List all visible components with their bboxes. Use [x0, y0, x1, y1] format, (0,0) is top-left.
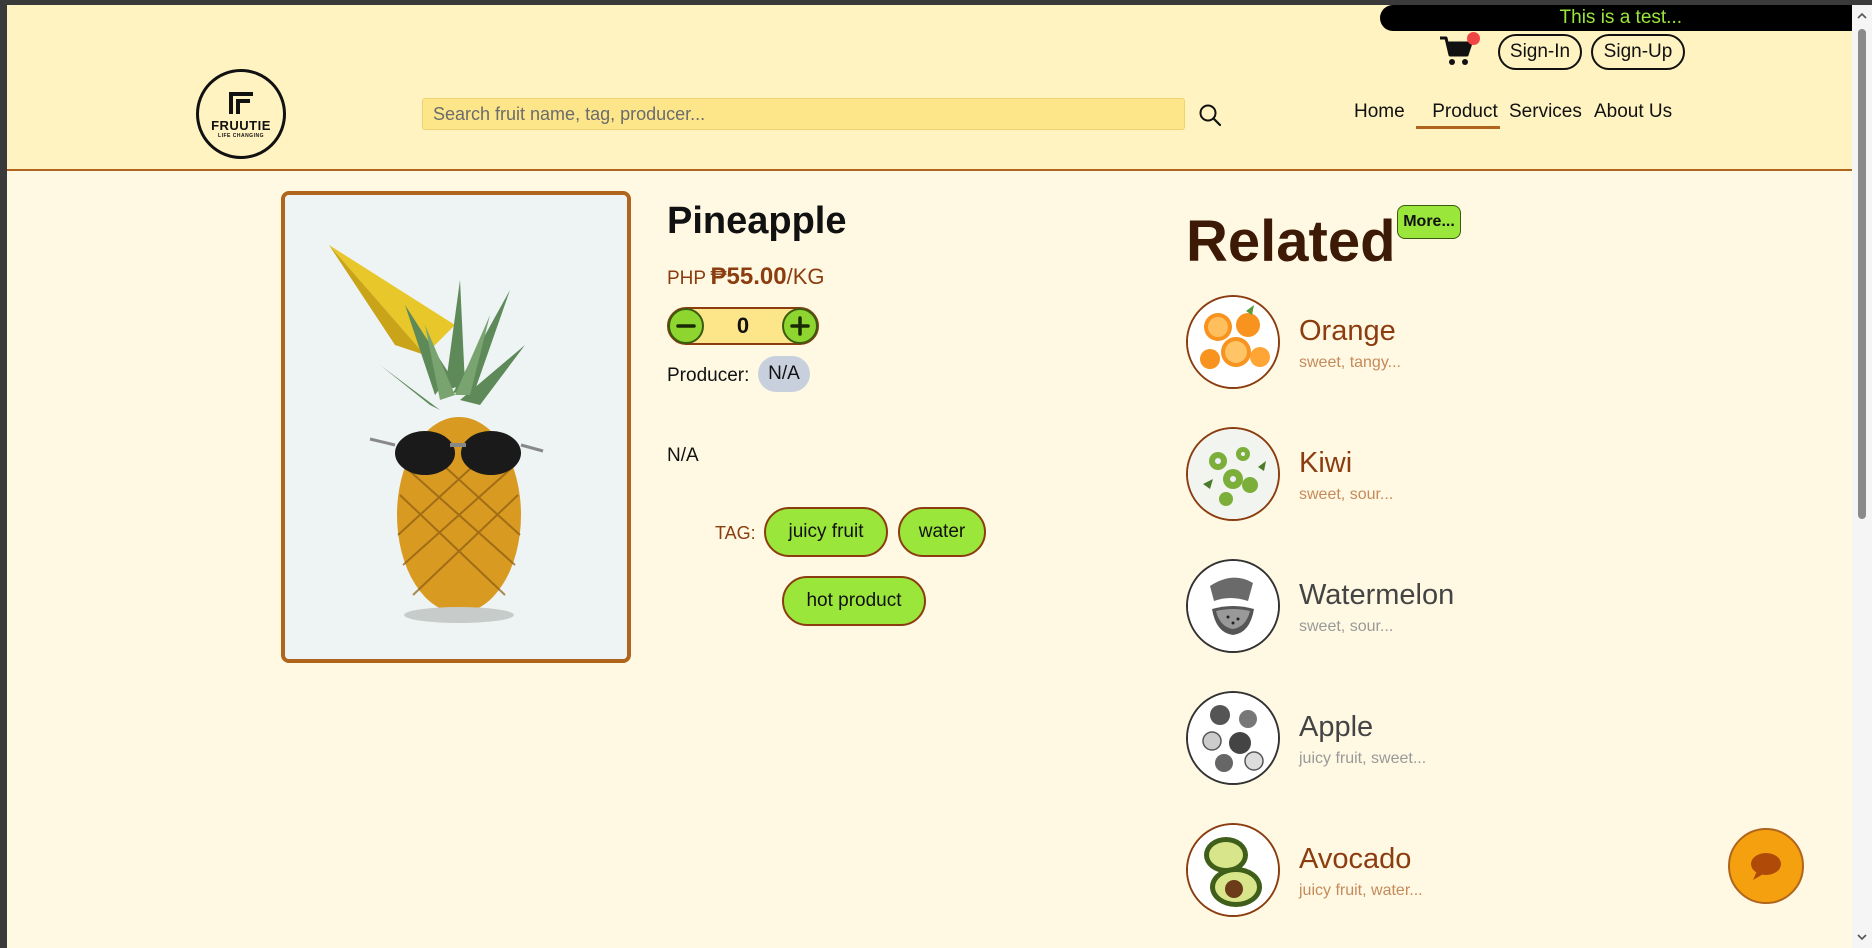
related-item-tags: juicy fruit, sweet... — [1299, 750, 1427, 767]
related-item-name: Apple — [1299, 711, 1374, 743]
related-item-name: Avocado — [1299, 843, 1412, 875]
tag-juicy-fruit[interactable]: juicy fruit — [764, 507, 888, 557]
related-item-apple[interactable]: Apple juicy fruit, sweet... — [1186, 691, 1586, 787]
avocado-thumbnail — [1186, 823, 1280, 917]
search-input[interactable] — [422, 98, 1185, 130]
kiwi-thumbnail — [1186, 427, 1280, 521]
product-description: N/A — [667, 445, 699, 466]
increase-quantity-button[interactable] — [782, 308, 818, 344]
logo-mark-icon — [229, 91, 253, 114]
related-item-tags: sweet, sour... — [1299, 618, 1394, 635]
watermelon-thumbnail — [1186, 559, 1280, 653]
sign-in-button[interactable]: Sign-In — [1498, 34, 1582, 70]
tag-label: TAG: — [715, 523, 756, 543]
search-icon — [1199, 104, 1222, 127]
producer-badge[interactable]: N/A — [758, 356, 810, 392]
quantity-value[interactable]: 0 — [705, 309, 781, 343]
related-item-tags: juicy fruit, water... — [1299, 882, 1423, 899]
watermelon-image — [1188, 561, 1278, 651]
related-item-watermelon[interactable]: Watermelon sweet, sour... — [1186, 559, 1586, 655]
avocado-image — [1188, 825, 1278, 915]
chat-button[interactable] — [1728, 828, 1804, 904]
cart-notification-dot — [1467, 32, 1480, 45]
related-item-kiwi[interactable]: Kiwi sweet, sour... — [1186, 427, 1586, 523]
decrease-quantity-button[interactable] — [668, 308, 704, 344]
related-item-name: Kiwi — [1299, 447, 1353, 479]
quantity-stepper: 0 — [667, 307, 819, 345]
related-item-tags: sweet, tangy... — [1299, 354, 1401, 371]
related-title: Related — [1186, 209, 1396, 274]
scroll-down-icon[interactable] — [1857, 932, 1867, 942]
price-unit: /KG — [786, 264, 825, 289]
tag-water[interactable]: water — [898, 507, 986, 557]
logo-tagline: LIFE CHANGING — [218, 132, 264, 139]
orange-thumbnail — [1186, 295, 1280, 389]
price-currency-prefix: PHP — [667, 268, 707, 289]
orange-image — [1188, 297, 1278, 387]
apple-image — [1188, 693, 1278, 783]
nav-about-us[interactable]: About Us — [1594, 101, 1672, 131]
scrollbar-thumb[interactable] — [1858, 29, 1866, 519]
related-item-name: Orange — [1299, 315, 1396, 347]
scrollbar[interactable] — [1852, 5, 1872, 948]
tag-hot-product[interactable]: hot product — [782, 576, 926, 626]
related-item-tags: sweet, sour... — [1299, 486, 1394, 503]
kiwi-image — [1188, 429, 1278, 519]
search-button[interactable] — [1193, 98, 1227, 132]
more-related-button[interactable]: More... — [1397, 205, 1461, 239]
logo[interactable]: FRUUTIE LIFE CHANGING — [196, 69, 286, 159]
sign-up-button[interactable]: Sign-Up — [1591, 34, 1685, 70]
page: FRUUTIE LIFE CHANGING Home Product Servi… — [7, 5, 1852, 948]
nav-services[interactable]: Services — [1509, 101, 1582, 131]
producer-label: Producer: — [667, 365, 750, 386]
related-item-orange[interactable]: Orange sweet, tangy... — [1186, 295, 1586, 391]
minus-icon — [676, 324, 696, 328]
chat-icon — [1751, 853, 1781, 880]
product-title: Pineapple — [667, 200, 847, 242]
price-value: ₱55.00 — [710, 263, 787, 290]
product-price: PHP ₱55.00/KG — [667, 263, 825, 291]
related-item-name: Watermelon — [1299, 579, 1455, 611]
announcement-ticker: This is a test... — [1380, 5, 1852, 31]
pineapple-image — [285, 195, 627, 659]
related-item-avocado[interactable]: Avocado juicy fruit, water... — [1186, 823, 1586, 919]
plus-icon — [790, 316, 810, 336]
apple-thumbnail — [1186, 691, 1280, 785]
product-image — [281, 191, 631, 663]
logo-name: FRUUTIE — [211, 117, 271, 133]
nav-home[interactable]: Home — [1354, 101, 1405, 131]
scroll-up-icon[interactable] — [1857, 11, 1867, 21]
nav-active-indicator — [1416, 126, 1500, 129]
